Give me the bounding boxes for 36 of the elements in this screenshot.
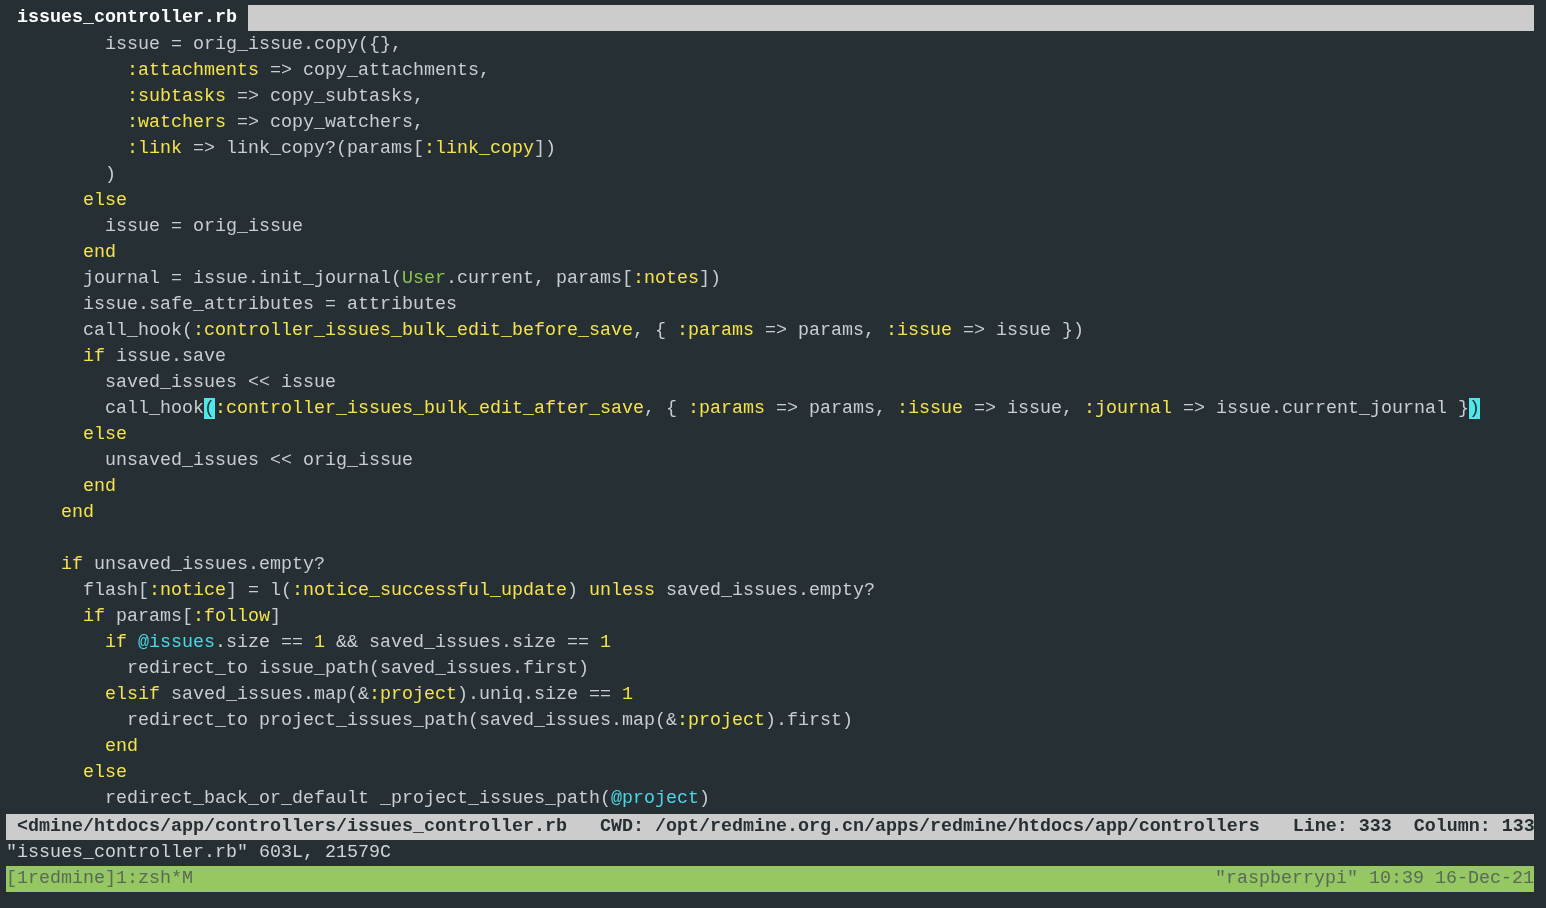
code-line: unsaved_issues << orig_issue [104, 449, 414, 473]
host-clock: "raspberrypi" 10:39 16-Dec-21 [1215, 867, 1534, 891]
code-line: else [82, 761, 128, 785]
code-line: redirect_back_or_default _project_issues_path(@project) [104, 787, 711, 811]
code-line: :link => link_copy?(params[:link_copy]) [126, 137, 557, 161]
window-list: [1redmine]1:zsh*M [6, 866, 193, 892]
column-number: Column: 133 [1413, 815, 1535, 839]
code-line: else [82, 189, 128, 213]
working-directory: CWD: /opt/redmine.org.cn/apps/redmine/htdocs/app/controllers [599, 815, 1260, 839]
code-line: if @issues.size == 1 && saved_issues.size == 1 [104, 631, 612, 655]
code-line: saved_issues << issue [104, 371, 337, 395]
code-line: redirect_to project_issues_path(saved_issues.map(&:project).first) [126, 709, 854, 733]
code-line: flash[:notice] = l(:notice_successful_update) unless saved_issues.empty? [82, 579, 876, 603]
code-line: call_hook(:controller_issues_bulk_edit_before_save, { :params => params, :issue => issue }) [82, 319, 1085, 343]
code-line: issue.safe_attributes = attributes [82, 293, 458, 317]
code-line: elsif saved_issues.map(&:project).uniq.size == 1 [104, 683, 634, 707]
message-line: "issues_controller.rb" 603L, 21579C [6, 841, 392, 865]
code-line: :subtasks => copy_subtasks, [126, 85, 425, 109]
code-line: if params[:follow] [82, 605, 282, 629]
code-line: ) [104, 163, 117, 187]
code-line: end [60, 501, 95, 525]
code-line: end [82, 475, 117, 499]
code-line: if issue.save [82, 345, 227, 369]
code-line: redirect_to issue_path(saved_issues.first) [126, 657, 590, 681]
code-line: end [104, 735, 139, 759]
code-line: issue = orig_issue.copy({}, [104, 33, 403, 57]
code-line: :attachments => copy_attachments, [126, 59, 491, 83]
code-line: else [82, 423, 128, 447]
code-line: issue = orig_issue [104, 215, 304, 239]
code-line: if unsaved_issues.empty? [60, 553, 326, 577]
line-number: Line: 333 [1292, 815, 1392, 839]
code-line: :watchers => copy_watchers, [126, 111, 425, 135]
code-line: call_hook(:controller_issues_bulk_edit_after_save, { :params => params, :issue => issue, :journal => issue.current_journal }) [104, 397, 1481, 421]
code-line: end [82, 241, 117, 265]
file-path: <dmine/htdocs/app/controllers/issues_controller.rb [17, 815, 567, 839]
code-line: journal = issue.init_journal(User.current, params[:notes]) [82, 267, 722, 291]
